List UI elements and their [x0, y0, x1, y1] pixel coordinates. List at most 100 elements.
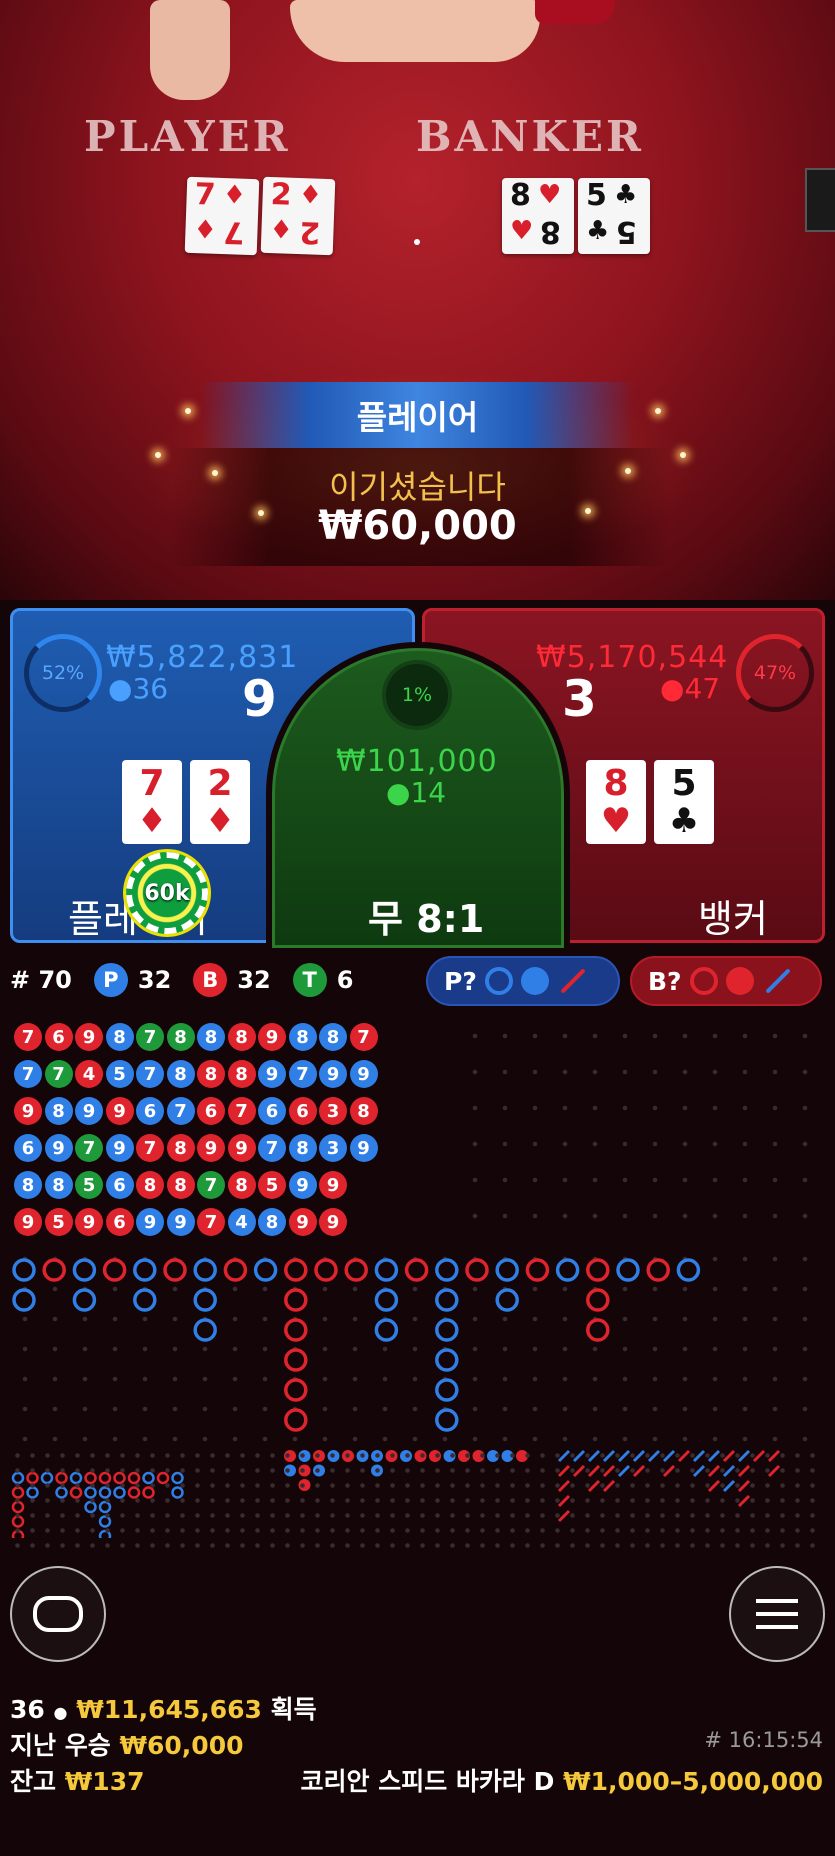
big-road-cell	[314, 1258, 338, 1282]
tie-wins: 6	[336, 966, 354, 994]
banker-bettors: ●47	[660, 672, 721, 705]
last-win-amount: ₩60,000	[119, 1731, 244, 1760]
sparkle	[655, 408, 661, 414]
tie-percent-ring: 1%	[382, 660, 452, 730]
big-road-cell	[284, 1318, 308, 1342]
big-road-cell	[435, 1348, 459, 1372]
big-road-cell	[253, 1258, 278, 1282]
big-road-cell	[102, 1258, 127, 1282]
table-player-label: PLAYER	[84, 112, 291, 161]
big-road-cell	[435, 1258, 459, 1282]
sparkle	[212, 470, 218, 476]
table-banker-card-2: 5 ♣ ♣ 5	[578, 178, 650, 254]
total-win-amount: ₩11,645,663	[76, 1695, 262, 1724]
big-road-cell	[223, 1258, 248, 1282]
tie-bettors: ●14	[386, 776, 447, 809]
chat-icon	[33, 1596, 83, 1632]
tie-percent: 1%	[401, 684, 433, 706]
table-banker-card-1: 8 ♥ ♥ 8	[502, 178, 574, 254]
dealer-hand-right	[290, 0, 540, 62]
big-road-cell	[133, 1258, 157, 1282]
player-card-1: 7 ♦	[122, 760, 182, 844]
big-eye-circle-icon	[484, 967, 513, 995]
big-road-cell	[435, 1378, 459, 1402]
sparkle	[680, 452, 686, 458]
person-icon: ●	[108, 672, 133, 705]
big-road-cell	[435, 1318, 459, 1342]
scoreboard-roads: 7796896789859497598599667767898878898869…	[0, 1018, 835, 1558]
big-road-cell	[284, 1348, 308, 1372]
derived-roads-grid	[10, 1448, 825, 1558]
banker-predict-button[interactable]: B?	[630, 956, 822, 1006]
big-road-cell	[586, 1258, 610, 1282]
person-icon: ●	[386, 776, 411, 809]
tie-bet-total: ₩101,000	[336, 744, 498, 779]
big-road-cell	[435, 1408, 459, 1432]
big-road-cell	[525, 1258, 550, 1282]
win-subtitle: 이기셨습니다	[329, 468, 506, 506]
big-road-cell	[374, 1258, 399, 1282]
balance-amount: ₩137	[64, 1767, 145, 1796]
table-player-card-1: 7 ♦ ♦ 7	[184, 176, 260, 256]
player-bettors: ●36	[108, 672, 169, 705]
big-road-cell	[404, 1258, 429, 1282]
last-win-row: 지난 우승 ₩60,000	[10, 1726, 244, 1762]
balance-label: 잔고	[10, 1767, 57, 1796]
banker-wins: 32	[237, 966, 271, 994]
person-icon: ●	[53, 1703, 68, 1722]
big-road-cell	[465, 1258, 489, 1282]
dealer-hand-left	[150, 0, 230, 100]
round-time: # 16:15:54	[704, 1728, 823, 1752]
table-name: 코리안 스피드 바카라 D	[300, 1767, 555, 1796]
banker-percent-ring: 47%	[736, 634, 814, 712]
round-number: # 70	[10, 966, 72, 994]
player-badge: P	[93, 963, 128, 997]
sparkle	[185, 408, 191, 414]
big-road-cell	[676, 1258, 701, 1282]
big-road-cell	[616, 1258, 640, 1282]
big-road-cell	[284, 1258, 308, 1282]
big-road-cell	[435, 1288, 459, 1312]
player-score: 9	[242, 670, 277, 728]
menu-icon	[756, 1599, 798, 1629]
big-road-cell	[495, 1258, 519, 1282]
banker-percent: 47%	[753, 662, 797, 684]
chat-button[interactable]	[10, 1566, 106, 1662]
banker-badge: B	[193, 963, 228, 997]
big-road-cell	[42, 1258, 66, 1282]
cockroach-slash-icon	[560, 968, 586, 994]
player-percent-ring: 52%	[24, 634, 102, 712]
person-icon: ●	[660, 672, 685, 705]
big-road-cell	[163, 1258, 187, 1282]
win-amount: ₩60,000	[318, 503, 517, 549]
sparkle	[585, 508, 591, 514]
banker-bet-label: 뱅커	[698, 897, 768, 941]
big-road-cell	[284, 1288, 308, 1312]
player-predict-button[interactable]: P?	[426, 956, 620, 1006]
sparkle	[155, 452, 161, 458]
big-road-cell	[193, 1258, 217, 1282]
table-limits: ₩1,000–5,000,000	[563, 1767, 823, 1796]
cockroach-slash-icon	[764, 968, 791, 994]
big-road-cell	[555, 1258, 580, 1282]
big-road-cell	[284, 1378, 308, 1402]
big-road-cell	[72, 1258, 97, 1282]
big-road-cell	[344, 1258, 368, 1282]
menu-button[interactable]	[729, 1566, 825, 1662]
big-road-cell	[193, 1318, 217, 1342]
big-road-cell	[586, 1288, 610, 1312]
big-road-cell	[374, 1288, 399, 1312]
big-road-cell	[12, 1258, 36, 1282]
sparkle	[258, 510, 264, 516]
big-road-cell	[193, 1288, 217, 1312]
total-win-row: 36 ● ₩11,645,663 획득	[10, 1690, 317, 1726]
big-road-cell	[12, 1288, 36, 1312]
big-road-cell	[646, 1258, 670, 1282]
small-road-dot-icon	[725, 967, 754, 995]
table-banker-label: BANKER	[416, 112, 644, 161]
sparkle	[625, 468, 631, 474]
bet-chip[interactable]: 60k	[123, 849, 211, 937]
win-title: 플레이어	[200, 382, 635, 448]
big-road-cell	[133, 1288, 157, 1312]
table-info: 코리안 스피드 바카라 D ₩1,000–5,000,000	[300, 1762, 823, 1798]
